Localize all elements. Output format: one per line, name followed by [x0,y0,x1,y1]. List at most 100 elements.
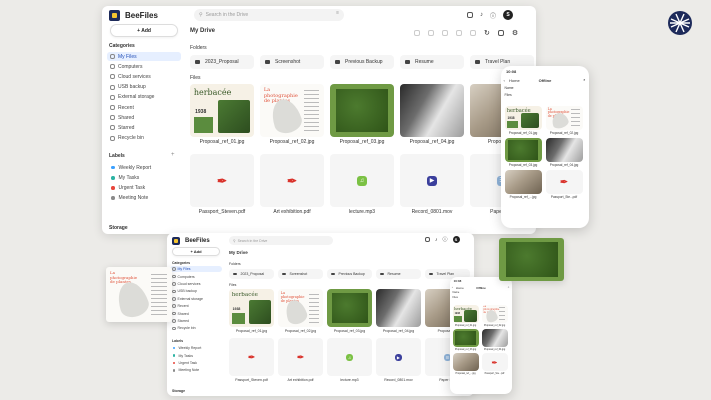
settings-icon[interactable]: ⚙ [512,29,518,37]
folder-previous-backup[interactable]: Previous Backup [327,269,372,279]
phone-file-card[interactable]: La photographie de plantesProposal_ref_0… [481,305,508,328]
calendar-icon[interactable] [425,237,430,242]
file-thumbnail[interactable] [452,353,479,371]
file-thumbnail[interactable]: herbacée 1938 [229,289,274,327]
search-icon[interactable]: ⌕ [583,77,585,82]
file-card[interactable]: ▶ Record_0801.mov [400,154,464,216]
file-thumbnail[interactable]: ✒ [481,353,508,371]
label-item-weekly-report[interactable]: Weekly Report [170,345,222,351]
file-thumbnail[interactable]: ▶ [400,154,464,207]
link-icon[interactable] [414,30,420,36]
share-icon[interactable] [428,30,434,36]
file-thumbnail[interactable] [504,170,542,194]
file-thumbnail[interactable] [545,138,583,162]
file-thumbnail[interactable]: La photographie de plantes [545,106,583,130]
file-card[interactable]: Proposal_ref_03.jpg [327,289,372,335]
avatar[interactable]: S [452,236,460,243]
sidebar-item-cloud-services[interactable]: Cloud services [107,72,181,81]
folder-resume[interactable]: Resume [376,269,421,279]
file-card[interactable]: ▶ Record_0801.mov [376,338,421,384]
folder-screenshot[interactable]: Screenshot [278,269,323,279]
sidebar-item-usb-backup[interactable]: USB backup [107,83,181,92]
label-item-urgent-task[interactable]: Urgent Task [170,360,222,366]
avatar[interactable]: S [503,10,514,20]
file-thumbnail[interactable]: herbacée 1938 [190,84,254,137]
phone-file-card[interactable]: Proposal_ref_04.jpg [545,138,583,168]
label-item-weekly-report[interactable]: Weekly Report [107,163,181,172]
search-bar[interactable]: ⚲ Search in the Drive ≡ [194,9,344,21]
file-thumbnail[interactable]: herbacée 1938 [504,106,542,130]
help-icon[interactable]: ⓘ [443,236,448,243]
folder-previous-backup[interactable]: Previous Backup [330,55,394,69]
refresh-icon[interactable]: ↻ [484,29,490,37]
filter-icon[interactable]: ≡ [336,10,339,16]
file-thumbnail[interactable] [481,329,508,347]
file-thumbnail[interactable] [400,84,464,137]
sidebar-item-recent[interactable]: Recent [170,303,222,309]
file-card[interactable]: ♫ lecture.mp3 [327,338,372,384]
search-icon[interactable]: ⌕ [508,285,510,289]
sidebar-item-cloud-services[interactable]: Cloud services [170,281,222,287]
file-card[interactable]: ♫ lecture.mp3 [330,154,394,216]
sidebar-item-recycle-bin[interactable]: Recycle bin [107,134,181,143]
sidebar-item-shared[interactable]: Shared [107,113,181,122]
file-thumbnail[interactable]: ✒ [229,338,274,376]
label-item-my-tasks[interactable]: My Tasks [107,173,181,182]
search-bar[interactable]: ⚲ Search in the Drive [229,236,333,245]
sidebar-item-computers[interactable]: Computers [107,62,181,71]
file-card[interactable]: La photographie de plantes Proposal_ref_0… [278,289,323,335]
sidebar-item-external-storage[interactable]: External storage [170,296,222,302]
phone-file-card[interactable]: Proposal_ref_...jpg [504,170,542,200]
calendar-icon[interactable] [467,12,473,18]
file-thumbnail[interactable]: herbacée 1938 [452,305,479,323]
phone-file-card[interactable]: herbacée 1938 Proposal_ref_01.jpg [452,305,479,328]
file-card[interactable]: Proposal_ref_04.jpg [376,289,421,335]
file-thumbnail[interactable]: ▶ [376,338,421,376]
add-label-icon[interactable]: + [171,152,175,158]
phone-file-card[interactable]: Proposal_ref_04.jpg [481,329,508,352]
label-item-meeting-note[interactable]: Meeting Note [107,194,181,203]
file-thumbnail[interactable]: ✒ [260,154,324,207]
file-thumbnail[interactable]: La photographie de plantes [260,84,324,137]
phone-file-card[interactable]: Proposal_ref_...jpg [452,353,479,376]
file-card[interactable]: ✒ Passport_Steven.pdf [229,338,274,384]
folder-resume[interactable]: Resume [400,55,464,69]
folder-screenshot[interactable]: Screenshot [260,55,324,69]
add-button[interactable]: + Add [110,24,178,37]
file-card[interactable]: ✒ Art exhibition.pdf [278,338,323,384]
copy-icon[interactable] [442,30,448,36]
sidebar-item-shared[interactable]: Shared [170,310,222,316]
bell-icon[interactable]: ♪ [480,12,483,18]
file-thumbnail[interactable] [452,329,479,347]
file-thumbnail[interactable]: La photographie de plantes [481,305,508,323]
file-thumbnail[interactable]: ✒ [545,170,583,194]
file-thumbnail[interactable] [327,289,372,327]
add-button[interactable]: + Add [172,247,220,256]
label-item-meeting-note[interactable]: Meeting Note [170,367,222,373]
more-icon[interactable] [470,30,476,36]
sidebar-item-starred[interactable]: Starred [107,123,181,132]
file-thumbnail[interactable]: ✒ [190,154,254,207]
file-card[interactable]: herbacée 1938 Proposal_ref_01.jpg [190,84,254,146]
help-icon[interactable]: ⓘ [490,11,496,20]
phone-file-card[interactable]: Proposal_ref_03.jpg [504,138,542,168]
search-input[interactable]: Search in the Drive [206,12,249,18]
label-item-my-tasks[interactable]: My Tasks [170,352,222,358]
file-thumbnail[interactable] [330,84,394,137]
sort-button[interactable]: Name [505,86,514,90]
file-card[interactable]: herbacée 1938 Proposal_ref_01.jpg [229,289,274,335]
file-thumbnail[interactable]: ♫ [330,154,394,207]
bell-icon[interactable]: ♪ [435,237,438,243]
search-input[interactable]: Search in the Drive [238,239,268,243]
file-card[interactable]: Proposal_ref_03.jpg [330,84,394,146]
delete-icon[interactable] [456,30,462,36]
file-thumbnail[interactable]: La photographie de plantes [278,289,323,327]
file-card[interactable]: ✒ Art exhibition.pdf [260,154,324,216]
phone-file-card[interactable]: Proposal_ref_03.jpg [452,329,479,352]
folder-2023-proposal[interactable]: 2023_Proposal [229,269,274,279]
phone-file-card[interactable]: herbacée 1938 Proposal_ref_01.jpg [504,106,542,136]
file-card[interactable]: Proposal_ref_04.jpg [400,84,464,146]
sidebar-item-computers[interactable]: Computers [170,273,222,279]
file-thumbnail[interactable] [376,289,421,327]
label-item-urgent-task[interactable]: Urgent Task [107,183,181,192]
